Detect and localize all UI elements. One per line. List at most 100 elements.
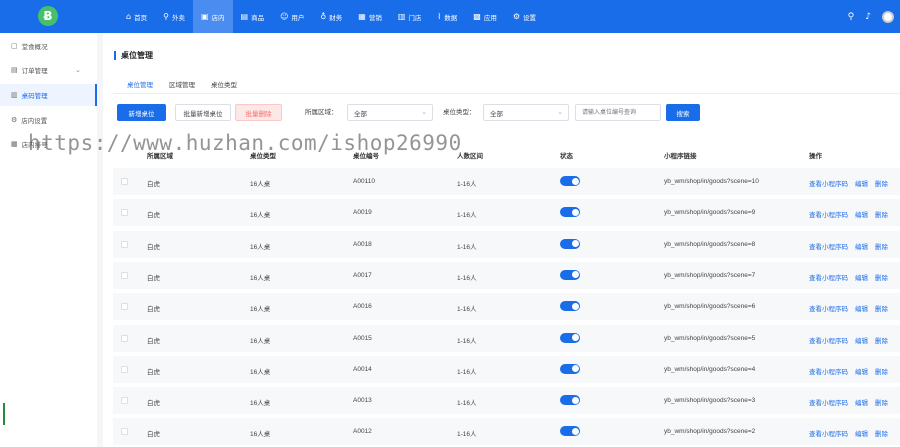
row-checkbox[interactable] xyxy=(121,428,128,436)
nav-item-label: 数据 xyxy=(444,14,458,22)
view-qrcode-link[interactable]: 查看小程序码 xyxy=(809,366,848,376)
view-qrcode-link[interactable]: 查看小程序码 xyxy=(809,272,848,282)
app-logo[interactable]: Ƀ xyxy=(38,6,58,26)
view-qrcode-link[interactable]: 查看小程序码 xyxy=(809,397,848,407)
cell-range: 1-16人 xyxy=(457,274,477,282)
settings-icon: ⚙ xyxy=(512,12,521,21)
tab-table-management[interactable]: 桌位管理 xyxy=(127,79,153,94)
delete-link[interactable]: 删除 xyxy=(875,397,888,407)
area-select[interactable]: 全部 ⌄ xyxy=(347,104,433,121)
row-checkbox[interactable] xyxy=(121,178,128,185)
edit-link[interactable]: 编辑 xyxy=(855,428,868,438)
avatar[interactable] xyxy=(882,10,894,23)
cell-type: 16人桌 xyxy=(250,431,271,439)
nav-item-label: 营销 xyxy=(368,14,382,22)
nav-item-5[interactable]: ♁ 财务 xyxy=(312,0,350,33)
edit-link[interactable]: 编辑 xyxy=(855,366,868,376)
delete-link[interactable]: 删除 xyxy=(875,209,888,219)
cell-area: 白虎 xyxy=(147,274,160,282)
view-qrcode-link[interactable]: 查看小程序码 xyxy=(809,303,848,313)
status-toggle[interactable] xyxy=(560,332,580,343)
add-table-button[interactable]: 新增桌位 xyxy=(117,104,166,121)
delete-link[interactable]: 删除 xyxy=(875,272,888,282)
search-input[interactable] xyxy=(575,104,661,121)
cell-type: 16人桌 xyxy=(250,337,271,345)
tab-area-management[interactable]: 区域管理 xyxy=(169,79,195,94)
table-row: 白虎 16人桌 A0018 1-16人 yb_wm/shop/in/goods?scen… xyxy=(113,230,900,258)
nav-item-1[interactable]: ⚲ 外卖 xyxy=(155,0,193,33)
status-toggle[interactable] xyxy=(560,395,580,406)
overview-icon: ▢ xyxy=(11,42,18,50)
status-toggle[interactable] xyxy=(560,207,580,218)
chevron-down-icon[interactable]: ⌄ xyxy=(75,66,81,74)
status-toggle[interactable] xyxy=(560,426,580,437)
delete-link[interactable]: 删除 xyxy=(875,335,888,345)
table-row: 白虎 16人桌 A0014 1-16人 yb_wm/shop/in/goods?scen… xyxy=(113,355,900,383)
edit-link[interactable]: 编辑 xyxy=(855,209,868,219)
table-row: 白虎 16人桌 A0013 1-16人 yb_wm/shop/in/goods?scen… xyxy=(113,387,900,415)
row-checkbox[interactable] xyxy=(121,271,128,279)
edit-link[interactable]: 编辑 xyxy=(855,397,868,407)
tab-bar: 桌位管理 区域管理 桌位类型 xyxy=(127,79,253,94)
status-toggle[interactable] xyxy=(560,176,580,186)
nav-item-9[interactable]: ▩ 应用 xyxy=(465,0,505,33)
chevron-down-icon: ⌄ xyxy=(557,108,563,116)
edit-link[interactable]: 编辑 xyxy=(855,272,868,282)
nav-item-4[interactable]: ☺ 用户 xyxy=(272,0,312,33)
row-checkbox[interactable] xyxy=(121,397,128,405)
nav-item-label: 商品 xyxy=(251,14,265,22)
cell-area: 白虎 xyxy=(147,431,160,439)
scroll-indicator[interactable] xyxy=(3,403,5,425)
delete-link[interactable]: 删除 xyxy=(875,366,888,376)
row-checkbox[interactable] xyxy=(121,240,128,248)
nav-item-0[interactable]: ⌂ 首页 xyxy=(118,0,155,33)
status-toggle[interactable] xyxy=(560,363,580,374)
batch-delete-button[interactable]: 批量删除 xyxy=(235,104,282,121)
search-button[interactable]: 搜索 xyxy=(666,104,700,121)
view-qrcode-link[interactable]: 查看小程序码 xyxy=(809,428,848,438)
nav-item-8[interactable]: ⌇ 数据 xyxy=(429,0,465,33)
edit-link[interactable]: 编辑 xyxy=(855,335,868,345)
nav-item-7[interactable]: ▥ 门店 xyxy=(390,0,430,33)
nav-item-3[interactable]: ▤ 商品 xyxy=(233,0,273,33)
status-toggle[interactable] xyxy=(560,269,580,280)
bell-icon[interactable]: ♪ xyxy=(865,12,871,22)
top-nav-bar: Ƀ ⌂ 首页 ⚲ 外卖 ▣ 店内 ▤ 商品 ☺ 用户 ♁ 财务 ▦ 营销 ▥ 门店 ⌇ 数据 ▩ 应用 ⚙ 设置 ⚲ ♪ xyxy=(0,0,900,33)
table-row: 白虎 16人桌 A0016 1-16人 yb_wm/shop/in/goods?scen… xyxy=(113,293,900,321)
row-checkbox[interactable] xyxy=(121,334,128,342)
status-toggle[interactable] xyxy=(560,238,580,249)
delete-link[interactable]: 删除 xyxy=(875,241,888,251)
view-qrcode-link[interactable]: 查看小程序码 xyxy=(809,178,848,188)
sidebar-item-1[interactable]: ▤ 订单管理 ⌄ xyxy=(0,59,97,81)
cell-range: 1-16人 xyxy=(457,431,477,439)
type-select[interactable]: 全部 ⌄ xyxy=(483,104,569,121)
delete-link[interactable]: 删除 xyxy=(875,178,888,188)
row-checkbox[interactable] xyxy=(121,209,128,217)
edit-link[interactable]: 编辑 xyxy=(855,303,868,313)
sidebar-item-3[interactable]: ⚙ 店内设置 xyxy=(0,109,97,131)
view-qrcode-link[interactable]: 查看小程序码 xyxy=(809,335,848,345)
batch-add-button[interactable]: 批量新增桌位 xyxy=(175,104,231,121)
row-checkbox[interactable] xyxy=(121,365,128,373)
table-row: 白虎 16人桌 A0017 1-16人 yb_wm/shop/in/goods?scen… xyxy=(113,261,900,289)
cell-code: A0012 xyxy=(353,428,372,436)
view-qrcode-link[interactable]: 查看小程序码 xyxy=(809,241,848,251)
tab-table-types[interactable]: 桌位类型 xyxy=(211,79,237,94)
nav-item-2[interactable]: ▣ 店内 xyxy=(192,0,233,33)
search-icon[interactable]: ⚲ xyxy=(848,12,855,22)
nav-item-6[interactable]: ▦ 营销 xyxy=(350,0,390,33)
status-toggle[interactable] xyxy=(560,301,580,312)
edit-link[interactable]: 编辑 xyxy=(855,178,868,188)
delete-link[interactable]: 删除 xyxy=(875,428,888,438)
sidebar-item-2[interactable]: ▥ 桌码管理 xyxy=(0,84,97,106)
area-select-value: 全部 xyxy=(354,110,367,118)
view-qrcode-link[interactable]: 查看小程序码 xyxy=(809,209,848,219)
cell-link: yb_wm/shop/in/goods?scene=8 xyxy=(664,240,756,248)
nav-item-10[interactable]: ⚙ 设置 xyxy=(505,0,544,33)
edit-link[interactable]: 编辑 xyxy=(855,241,868,251)
sidebar-item-4[interactable]: ▦ 店内排号 xyxy=(0,133,97,155)
sidebar-item-0[interactable]: ▢ 堂食概况 xyxy=(0,35,97,57)
row-checkbox[interactable] xyxy=(121,303,128,311)
nav-item-label: 设置 xyxy=(523,14,537,22)
delete-link[interactable]: 删除 xyxy=(875,303,888,313)
